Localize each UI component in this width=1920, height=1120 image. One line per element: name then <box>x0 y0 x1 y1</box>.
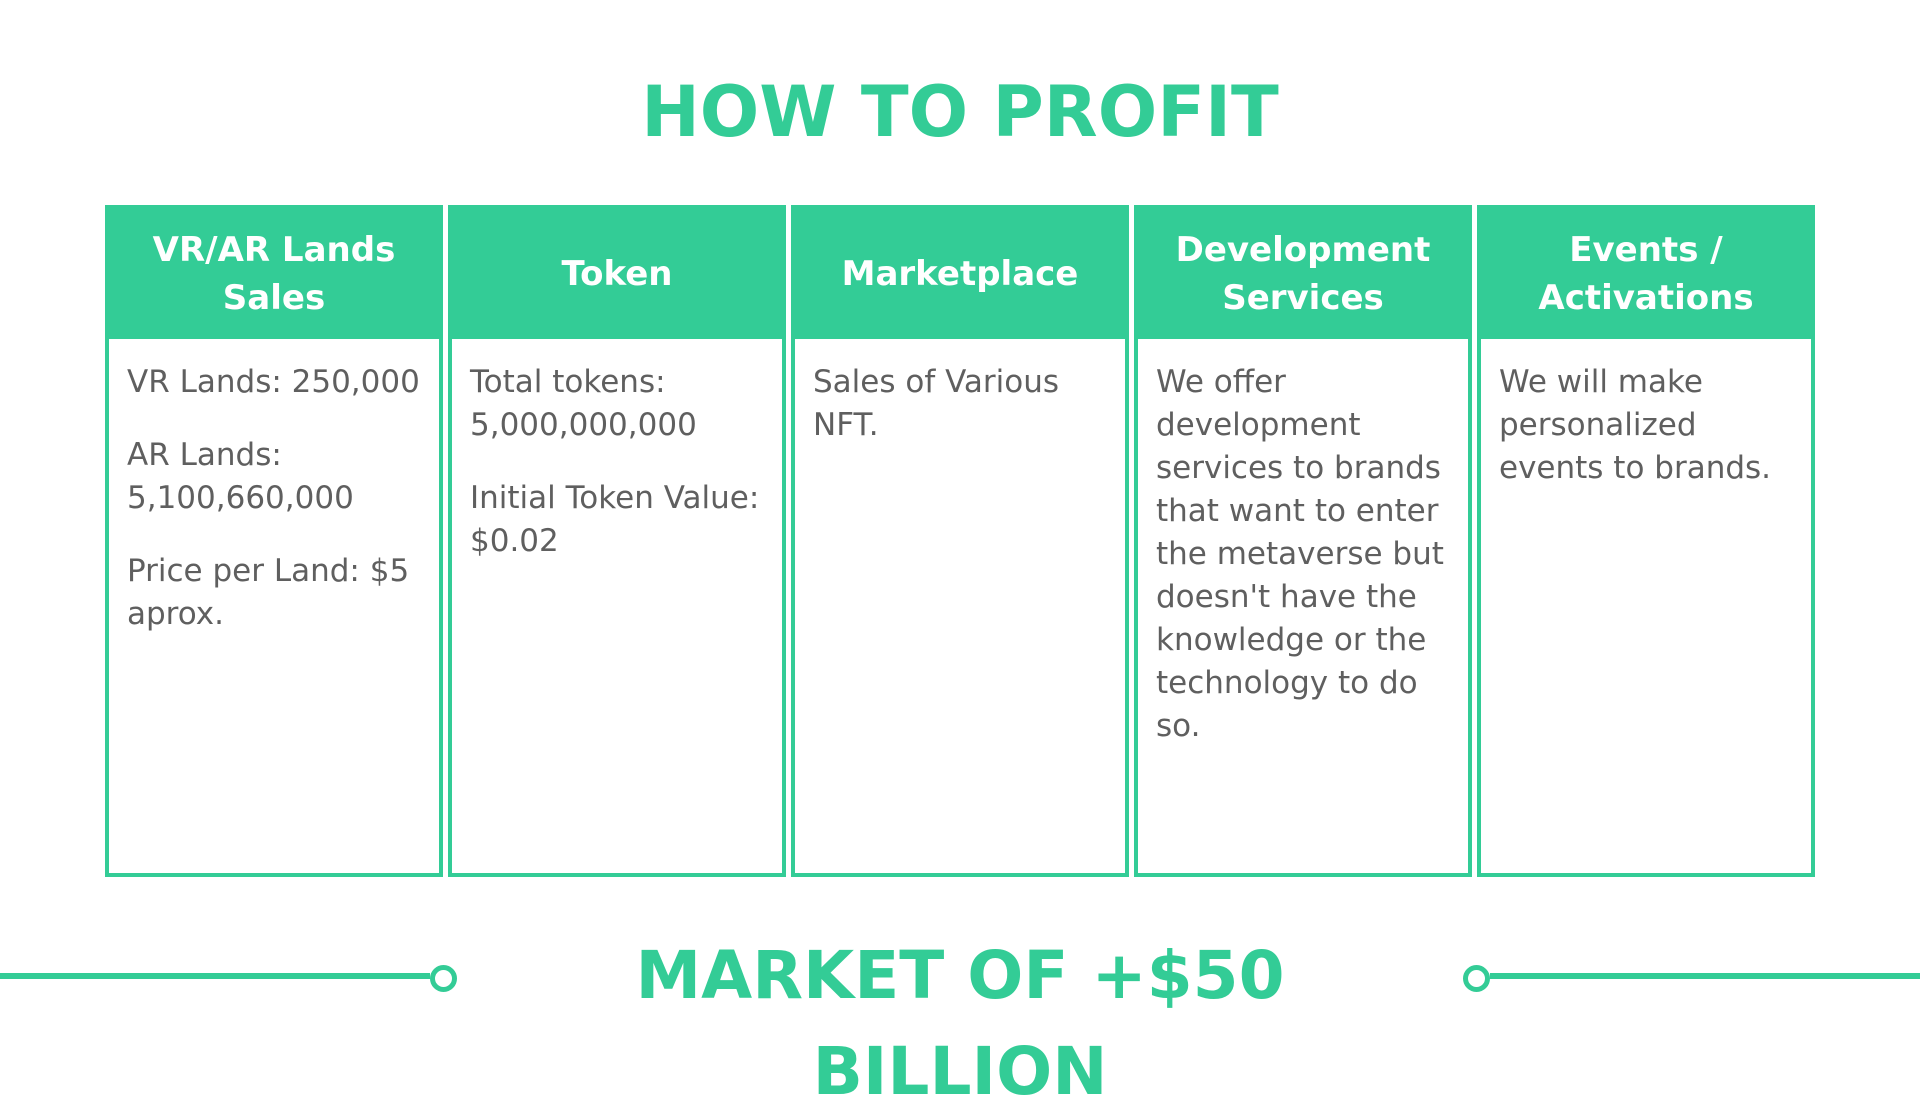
column-header-line: Services <box>1222 278 1384 318</box>
footer-divider-left <box>0 973 430 979</box>
body-paragraph: We will make personalized events to bran… <box>1499 364 1772 486</box>
column-header-line: Events / <box>1569 230 1723 270</box>
column-header-line: Activations <box>1538 278 1754 318</box>
footer-circle-right <box>1463 965 1490 992</box>
column-vr-ar-lands-sales: VR/AR Lands Sales VR Lands: 250,000 AR L… <box>105 205 443 877</box>
column-header-line: Marketplace <box>841 254 1079 294</box>
page-title: HOW TO PROFIT <box>641 71 1279 153</box>
body-paragraph: AR Lands: 5,100,660,000 <box>127 437 354 516</box>
footer-market-headline: MARKET OF +$50 BILLION <box>635 937 1285 1110</box>
column-marketplace: Marketplace Sales of Various NFT. <box>791 205 1129 877</box>
column-header-line: Token <box>561 254 673 294</box>
body-paragraph: Sales of Various NFT. <box>813 364 1060 443</box>
column-header: Development Services <box>1138 209 1468 339</box>
footer-circle-left <box>430 965 457 992</box>
column-development-services: Development Services We offer developmen… <box>1134 205 1472 877</box>
column-header: Token <box>452 209 782 339</box>
body-paragraph: Total tokens: 5,000,000,000 <box>470 364 697 443</box>
column-body: VR Lands: 250,000 AR Lands: 5,100,660,00… <box>109 339 439 666</box>
column-body: We offer development services to brands … <box>1138 339 1468 778</box>
column-header-line: VR/AR Lands <box>152 230 396 270</box>
body-paragraph: We offer development services to brands … <box>1156 364 1444 744</box>
column-header-line: Development <box>1175 230 1431 270</box>
column-token: Token Total tokens: 5,000,000,000 Initia… <box>448 205 786 877</box>
column-header: Marketplace <box>795 209 1125 339</box>
column-body: Total tokens: 5,000,000,000 Initial Toke… <box>452 339 782 593</box>
body-paragraph: Price per Land: $5 aprox. <box>127 553 410 632</box>
footer-divider-right <box>1490 973 1920 979</box>
body-paragraph: Initial Token Value: $0.02 <box>470 480 760 559</box>
column-header: VR/AR Lands Sales <box>109 209 439 339</box>
column-header-line: Sales <box>222 278 326 318</box>
column-events-activations: Events / Activations We will make person… <box>1477 205 1815 877</box>
column-header: Events / Activations <box>1481 209 1811 339</box>
column-body: Sales of Various NFT. <box>795 339 1125 477</box>
body-paragraph: VR Lands: 250,000 <box>127 364 420 400</box>
column-body: We will make personalized events to bran… <box>1481 339 1811 520</box>
profit-columns: VR/AR Lands Sales VR Lands: 250,000 AR L… <box>105 205 1815 877</box>
